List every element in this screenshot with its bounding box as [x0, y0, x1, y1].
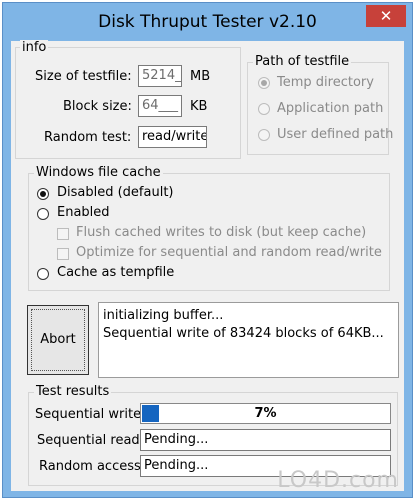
- path-user-label: User defined path: [277, 127, 394, 142]
- size-input[interactable]: 5214_: [138, 65, 182, 87]
- path-temp-radio[interactable]: [258, 77, 270, 89]
- size-label: Size of testfile:: [35, 69, 132, 84]
- path-app-label: Application path: [277, 101, 384, 116]
- cache-enabled-label: Enabled: [57, 205, 110, 220]
- block-label: Block size:: [63, 99, 132, 114]
- log-line: Sequential write of 83424 blocks of 64KB…: [103, 326, 384, 341]
- close-icon[interactable]: ✕: [380, 7, 393, 25]
- path-legend: Path of testfile: [253, 54, 352, 69]
- path-temp-label: Temp directory: [277, 75, 374, 90]
- cache-tempfile-label: Cache as tempfile: [57, 265, 175, 280]
- flush-checkbox[interactable]: [57, 228, 69, 240]
- watermark-logo: LO4D.com: [277, 468, 399, 493]
- info-legend: info: [20, 40, 49, 55]
- flush-label: Flush cached writes to disk (but keep ca…: [76, 225, 367, 240]
- block-unit: KB: [190, 99, 208, 114]
- log-line: initializing buffer...: [103, 308, 224, 323]
- title-bar[interactable]: Disk Thruput Tester v2.10 ✕: [3, 3, 412, 41]
- seq-read-value: Pending...: [140, 429, 391, 451]
- optimize-checkbox[interactable]: [57, 248, 69, 260]
- seq-write-progress: 7%: [140, 403, 391, 424]
- cache-legend: Windows file cache: [34, 165, 163, 180]
- cache-enabled-radio[interactable]: [37, 208, 49, 220]
- abort-button[interactable]: Abort: [27, 305, 89, 375]
- app-window: Disk Thruput Tester v2.10 ✕ info Size of…: [2, 2, 413, 498]
- progress-text: 7%: [254, 406, 277, 421]
- random-access-label: Random access:: [39, 459, 146, 474]
- cache-disabled-label: Disabled (default): [57, 185, 174, 200]
- seq-read-label: Sequential read:: [37, 433, 145, 448]
- seq-write-label: Sequential write:: [35, 407, 146, 422]
- block-input[interactable]: 64___: [138, 95, 182, 117]
- random-select[interactable]: read/write: [138, 126, 207, 148]
- path-app-radio[interactable]: [258, 103, 270, 115]
- random-label: Random test:: [44, 130, 132, 145]
- path-user-radio[interactable]: [258, 129, 270, 141]
- log-output[interactable]: initializing buffer... Sequential write …: [98, 302, 399, 378]
- cache-disabled-radio[interactable]: [37, 188, 49, 200]
- size-unit: MB: [190, 69, 211, 84]
- close-button[interactable]: ✕: [366, 5, 406, 27]
- focus-rect: [31, 309, 85, 371]
- optimize-label: Optimize for sequential and random read/…: [76, 245, 382, 260]
- window-title: Disk Thruput Tester v2.10: [98, 12, 317, 32]
- client-area: info Size of testfile: 5214_ MB Block si…: [11, 40, 404, 491]
- cache-tempfile-radio[interactable]: [37, 268, 49, 280]
- results-legend: Test results: [34, 384, 112, 399]
